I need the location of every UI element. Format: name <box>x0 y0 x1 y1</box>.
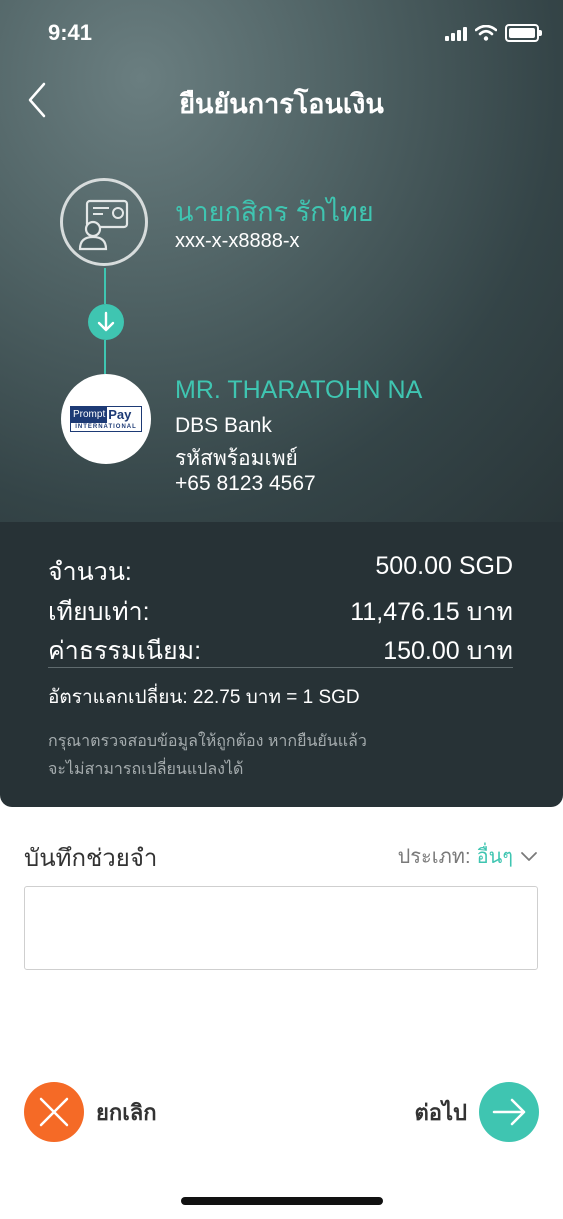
sender-account-number: xxx-x-x8888-x <box>175 230 300 252</box>
status-bar: 9:41 <box>0 0 563 70</box>
signal-icon <box>445 25 467 41</box>
chevron-down-icon <box>521 852 537 861</box>
status-icons <box>445 24 542 42</box>
memo-label: บันทึกช่วยจำ <box>24 845 158 872</box>
close-icon <box>39 1097 69 1127</box>
header-hero: 9:41 ยืนยันการโอนเงิน นายกสิกร รักไทย xx… <box>0 0 563 522</box>
next-circle[interactable] <box>479 1082 539 1142</box>
exchange-rate: อัตราแลกเปลี่ยน: 22.75 บาท = 1 SGD <box>48 687 360 708</box>
arrow-right-icon <box>492 1098 526 1126</box>
home-indicator <box>181 1197 383 1205</box>
cancel-button[interactable]: ยกเลิก <box>24 1082 157 1142</box>
promptpay-logo: Prompt Pay INTERNATIONAL <box>61 374 151 464</box>
memo-type-prefix: ประเภท: <box>397 846 471 868</box>
recipient-phone: +65 8123 4567 <box>175 472 316 495</box>
page-title: ยืนยันการโอนเงิน <box>179 89 384 119</box>
confirmation-note: กรุณาตรวจสอบข้อมูลให้ถูกต้อง หากยืนยันแล… <box>48 728 408 784</box>
recipient-id-type: รหัสพร้อมเพย์ <box>175 447 298 470</box>
amount-value: 500.00 SGD <box>375 552 513 580</box>
recipient-name: MR. THARATOHN NA <box>175 376 423 404</box>
fee-value: 150.00 บาท <box>383 637 513 665</box>
summary-divider <box>48 667 513 668</box>
logo-international-text: INTERNATIONAL <box>75 424 137 430</box>
status-time: 9:41 <box>48 20 93 45</box>
note-line-2: จะไม่สามารถเปลี่ยนแปลงได้ <box>48 761 244 778</box>
sender-avatar <box>60 178 148 266</box>
transfer-summary: จำนวน: 500.00 SGD เทียบเท่า: 11,476.15 บ… <box>0 522 563 807</box>
amount-label: จำนวน: <box>48 558 132 586</box>
next-label[interactable]: ต่อไป <box>414 1095 467 1130</box>
equivalent-label: เทียบเท่า: <box>48 598 150 626</box>
arrow-down-icon <box>97 311 115 332</box>
amount-row: จำนวน: 500.00 SGD <box>48 552 513 592</box>
equivalent-row: เทียบเท่า: 11,476.15 บาท <box>48 592 513 632</box>
memo-type-dropdown[interactable]: ประเภท: อื่นๆ <box>398 840 539 872</box>
cancel-label[interactable]: ยกเลิก <box>96 1095 157 1130</box>
memo-input[interactable] <box>24 886 538 970</box>
equivalent-value: 11,476.15 บาท <box>350 598 513 626</box>
battery-icon <box>505 24 542 42</box>
wifi-icon <box>475 25 497 41</box>
transfer-arrow <box>88 304 124 340</box>
next-button[interactable]: ต่อไป <box>414 1082 539 1142</box>
fee-row: ค่าธรรมเนียม: 150.00 บาท <box>48 631 513 671</box>
note-line-1: กรุณาตรวจสอบข้อมูลให้ถูกต้อง หากยืนยันแล… <box>48 733 367 750</box>
sender-name: นายกสิกร รักไทย <box>175 197 374 227</box>
account-card-icon <box>78 199 129 251</box>
logo-pay-text: Pay <box>108 407 132 422</box>
recipient-bank: DBS Bank <box>175 414 272 437</box>
cancel-circle[interactable] <box>24 1082 84 1142</box>
fee-label: ค่าธรรมเนียม: <box>48 637 202 665</box>
connector-line-bottom <box>104 340 106 374</box>
logo-prompt-text: Prompt <box>71 407 108 423</box>
promptpay-international-logo: Prompt Pay INTERNATIONAL <box>70 406 142 432</box>
connector-line-top <box>104 268 106 304</box>
memo-type-value: อื่นๆ <box>476 846 513 868</box>
